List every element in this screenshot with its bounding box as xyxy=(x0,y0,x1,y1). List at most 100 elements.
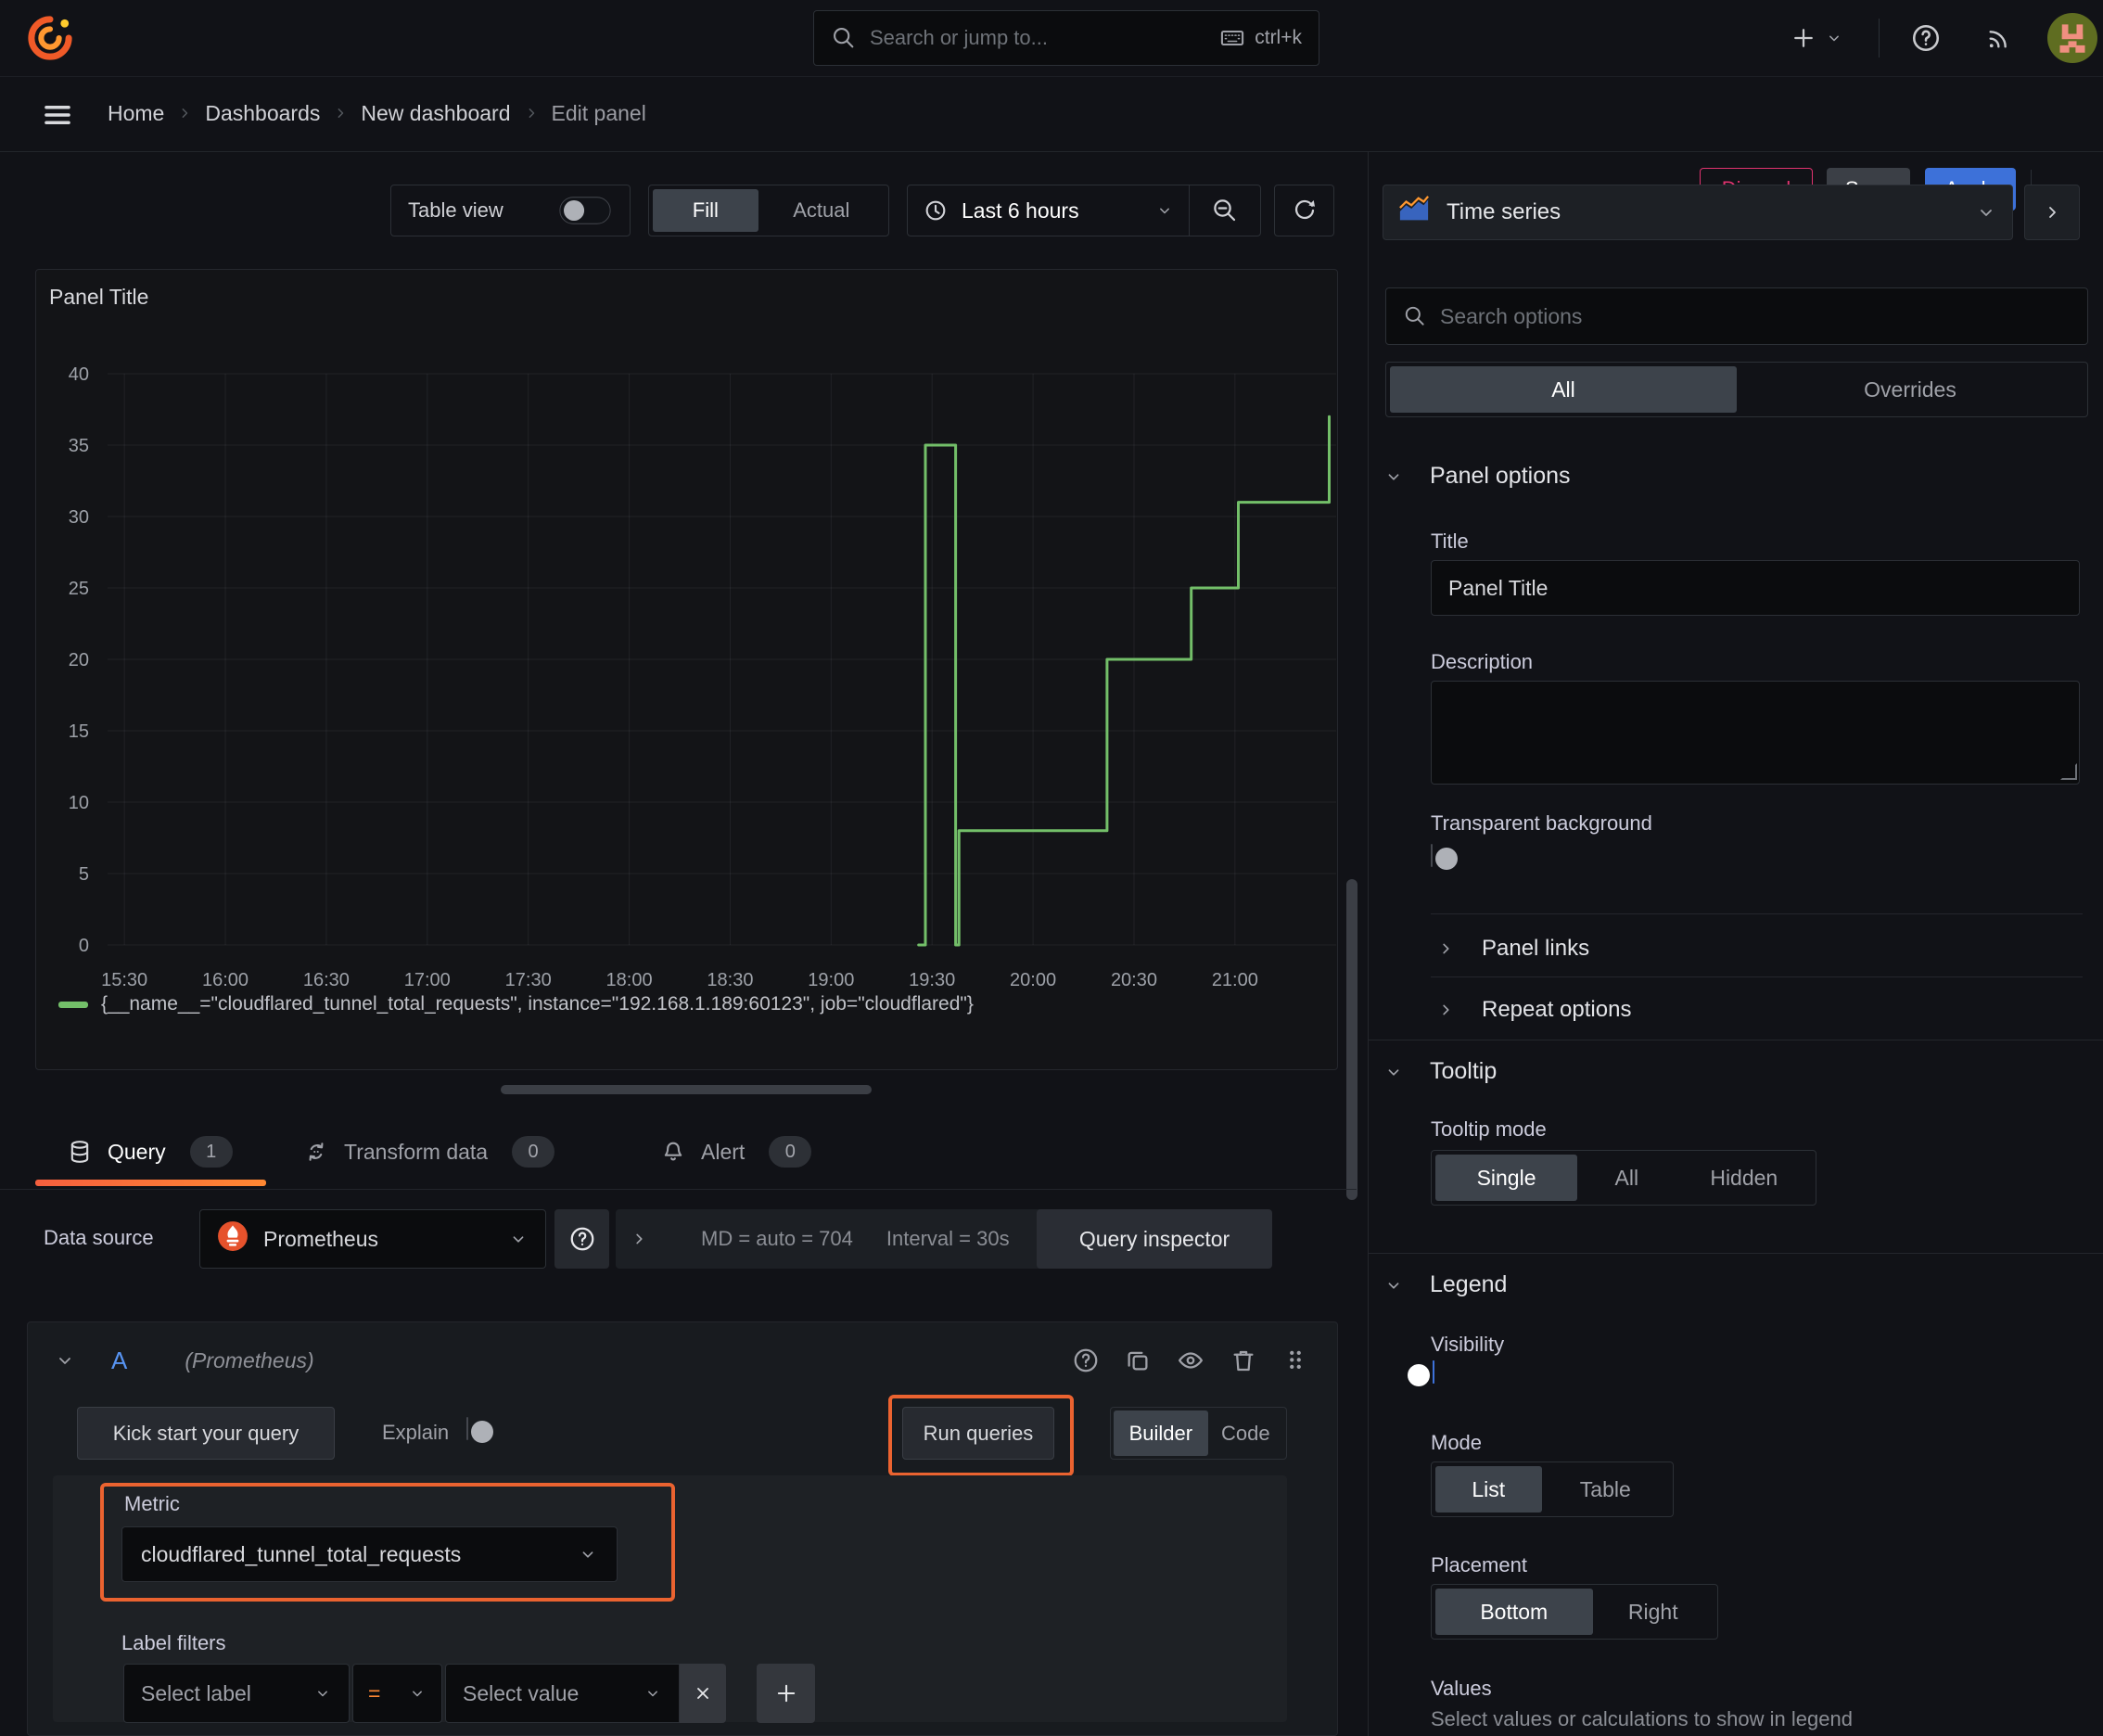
placement-bottom-option[interactable]: Bottom xyxy=(1435,1589,1593,1635)
tooltip-single-option[interactable]: Single xyxy=(1435,1155,1578,1201)
panel-links-heading: Panel links xyxy=(1482,936,1590,961)
visibility-toggle[interactable] xyxy=(1408,1360,1434,1386)
kick-start-query-button[interactable]: Kick start your query xyxy=(77,1407,335,1460)
query-help-icon[interactable] xyxy=(1072,1347,1100,1374)
svg-text:18:30: 18:30 xyxy=(707,970,753,990)
query-tabs-bar: Query 1 Transform data 0 Alert 0 xyxy=(0,1117,1357,1190)
grafana-edit-panel-screen: Search or jump to... ctrl+k Home Dashboa… xyxy=(0,0,2103,1736)
svg-text:21:00: 21:00 xyxy=(1212,970,1258,990)
explain-label: Explain xyxy=(382,1421,450,1444)
svg-text:35: 35 xyxy=(69,436,89,456)
table-view-control: Table view xyxy=(390,185,631,236)
panel-card: Panel Title 0 5 10 15 20 25 30 35 40 15:30 16:00 16… xyxy=(35,269,1338,1070)
transparent-background-toggle[interactable] xyxy=(1431,844,1458,870)
panel-links-header[interactable]: Panel links xyxy=(1435,936,1589,962)
code-option[interactable]: Code xyxy=(1208,1410,1283,1456)
table-view-toggle[interactable] xyxy=(559,197,611,224)
tab-transform[interactable]: Transform data 0 xyxy=(303,1117,555,1186)
tooltip-header[interactable]: Tooltip xyxy=(1383,1058,1497,1085)
duplicate-query-icon[interactable] xyxy=(1124,1347,1152,1374)
panel-title-input[interactable] xyxy=(1431,560,2080,616)
section-divider xyxy=(1431,976,2083,977)
plus-icon xyxy=(1790,24,1817,52)
repeat-options-heading: Repeat options xyxy=(1482,997,1632,1022)
tab-all[interactable]: All xyxy=(1390,366,1737,413)
timeseries-chart: 0 5 10 15 20 25 30 35 40 15:30 16:00 16:30 17:00 17:3… xyxy=(69,364,1336,990)
select-value-dropdown[interactable]: Select value xyxy=(445,1664,680,1723)
tab-query-count: 1 xyxy=(189,1136,233,1168)
tooltip-hidden-option[interactable]: Hidden xyxy=(1676,1155,1812,1201)
table-view-label: Table view xyxy=(408,198,503,222)
add-menu-button[interactable] xyxy=(1790,19,1843,57)
breadcrumb-home[interactable]: Home xyxy=(108,101,164,126)
tab-transform-count: 0 xyxy=(512,1136,555,1168)
chevron-down-icon xyxy=(408,1684,427,1703)
category-divider xyxy=(1369,1253,2103,1254)
repeat-options-header[interactable]: Repeat options xyxy=(1435,997,1631,1023)
time-range-picker[interactable]: Last 6 hours xyxy=(908,185,1189,236)
description-label: Description xyxy=(1431,650,1534,673)
metric-select[interactable]: cloudflared_tunnel_total_requests xyxy=(121,1526,618,1582)
section-divider xyxy=(1431,913,2083,914)
collapse-query-icon[interactable] xyxy=(54,1349,76,1372)
datasource-help-button[interactable] xyxy=(554,1209,609,1269)
grafana-logo[interactable] xyxy=(24,12,76,64)
legend-table-option[interactable]: Table xyxy=(1542,1466,1669,1513)
operator-dropdown[interactable]: = xyxy=(352,1664,442,1723)
global-search[interactable]: Search or jump to... ctrl+k xyxy=(813,10,1319,66)
legend-series-label[interactable]: {__name__="cloudflared_tunnel_total_requ… xyxy=(101,993,974,1015)
tab-query-label: Query xyxy=(108,1139,166,1164)
chevron-right-icon xyxy=(1435,938,1456,959)
horizontal-scrollbar[interactable] xyxy=(501,1085,872,1094)
collapse-options-button[interactable] xyxy=(2024,185,2080,240)
svg-text:17:30: 17:30 xyxy=(505,970,552,990)
values-hint: Select values or calculations to show in… xyxy=(1431,1707,1853,1730)
transform-icon xyxy=(303,1139,329,1165)
query-inspector-button[interactable]: Query inspector xyxy=(1037,1209,1272,1269)
viz-picker-button[interactable]: Time series xyxy=(1383,185,2013,240)
refresh-button[interactable] xyxy=(1274,185,1334,236)
svg-text:19:00: 19:00 xyxy=(808,970,854,990)
chevron-right-icon xyxy=(331,104,350,122)
legend-header[interactable]: Legend xyxy=(1383,1271,1507,1298)
explain-toggle[interactable] xyxy=(466,1417,493,1443)
actual-option[interactable]: Actual xyxy=(758,189,885,232)
breadcrumb-dashboards[interactable]: Dashboards xyxy=(205,101,320,126)
builder-option[interactable]: Builder xyxy=(1114,1410,1208,1456)
options-panel: Time series Search options All Overrides… xyxy=(1368,151,2103,1736)
remove-filter-button[interactable] xyxy=(680,1664,726,1723)
tab-query[interactable]: Query 1 xyxy=(67,1117,233,1186)
drag-handle-icon[interactable] xyxy=(1281,1347,1309,1374)
run-queries-button[interactable]: Run queries xyxy=(902,1407,1054,1460)
datasource-picker[interactable]: Prometheus xyxy=(199,1209,546,1269)
tab-overrides[interactable]: Overrides xyxy=(1737,366,2084,413)
chevron-right-icon xyxy=(175,104,194,122)
expand-stats-icon[interactable] xyxy=(629,1229,649,1249)
description-textarea[interactable] xyxy=(1431,681,2080,785)
chevron-down-icon xyxy=(644,1684,662,1703)
query-ref-id[interactable]: A xyxy=(111,1347,127,1375)
select-label-dropdown[interactable]: Select label xyxy=(123,1664,350,1723)
news-icon[interactable] xyxy=(1984,23,2014,53)
panel-title[interactable]: Panel Title xyxy=(49,285,148,310)
query-stats-strip: MD = auto = 704 Interval = 30s xyxy=(616,1209,1079,1269)
time-zoom-out-button[interactable] xyxy=(1189,185,1260,236)
add-filter-button[interactable] xyxy=(757,1664,815,1723)
label-filters-label: Label filters xyxy=(121,1631,226,1654)
delete-query-icon[interactable] xyxy=(1230,1347,1257,1374)
placement-right-option[interactable]: Right xyxy=(1593,1589,1714,1635)
tooltip-all-option[interactable]: All xyxy=(1577,1155,1676,1201)
chart-legend[interactable]: {__name__="cloudflared_tunnel_total_requ… xyxy=(58,993,974,1015)
fill-option[interactable]: Fill xyxy=(653,189,758,232)
chevron-down-icon xyxy=(1383,1275,1404,1296)
hide-query-icon[interactable] xyxy=(1176,1347,1205,1374)
legend-list-option[interactable]: List xyxy=(1435,1466,1542,1513)
menu-icon[interactable] xyxy=(41,98,74,132)
panel-options-header[interactable]: Panel options xyxy=(1383,463,1571,490)
avatar[interactable] xyxy=(2047,13,2097,69)
breadcrumb-new-dashboard[interactable]: New dashboard xyxy=(361,101,510,126)
svg-text:15: 15 xyxy=(69,721,89,742)
tab-alert[interactable]: Alert 0 xyxy=(660,1117,812,1186)
search-options-input[interactable]: Search options xyxy=(1385,287,2088,345)
help-icon[interactable] xyxy=(1910,22,1942,54)
